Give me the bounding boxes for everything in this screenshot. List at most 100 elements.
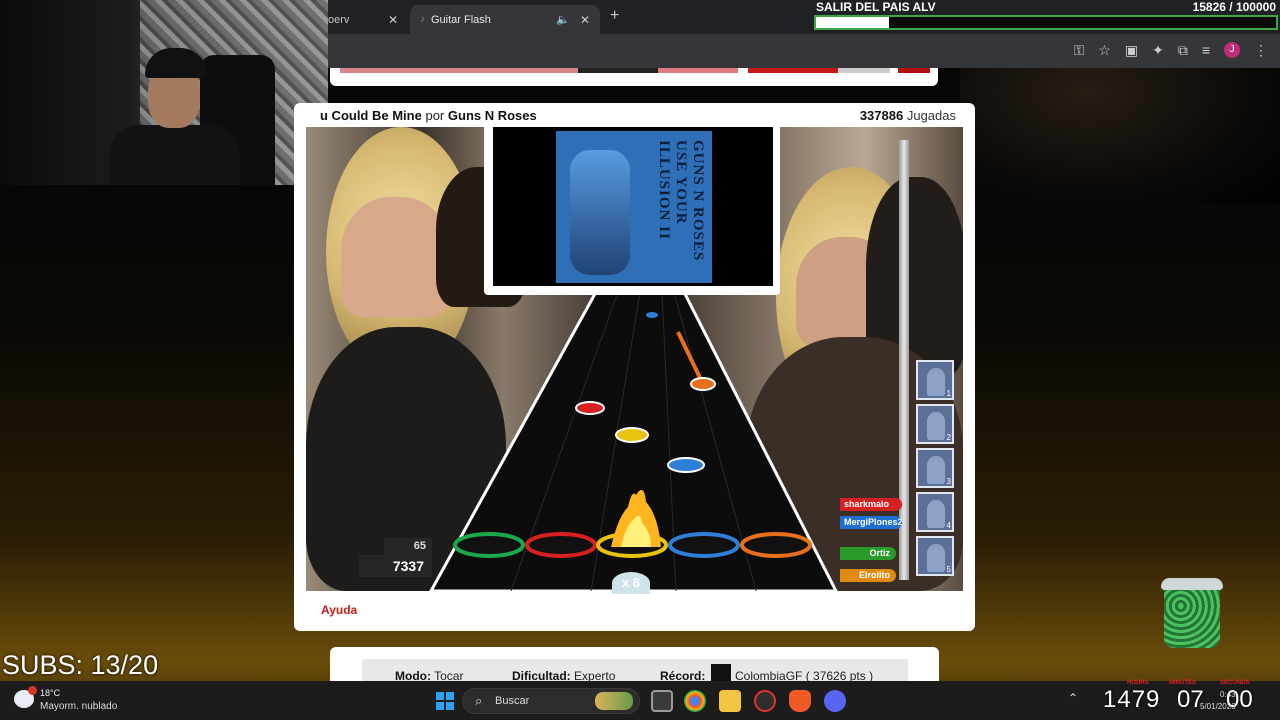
subs-counter: SUBS: 13/20 <box>2 650 159 680</box>
note-yellow <box>615 427 649 443</box>
player-slot: 3 <box>916 448 954 488</box>
player-slot: 2 <box>916 404 954 444</box>
webcam-torso <box>110 125 240 185</box>
taskbar-search[interactable]: ⌕ Buscar <box>462 688 640 714</box>
player-rank: 3 <box>946 477 951 486</box>
fret-ring <box>740 532 812 558</box>
goal-count: 15826 / 100000 <box>1192 0 1276 14</box>
obs-icon[interactable] <box>754 690 776 712</box>
extension-reader-icon[interactable]: ▣ <box>1125 42 1138 59</box>
song-title: u Could Be Mine <box>320 108 422 123</box>
weather-alert-icon <box>28 686 37 695</box>
player-silhouette-icon <box>927 456 945 484</box>
player-tag: Elrolito <box>840 569 896 582</box>
by-word: por <box>425 108 445 123</box>
system-date: 5/01/2026 <box>1200 702 1236 711</box>
strip-segment <box>838 68 890 73</box>
combo-counter: 65 <box>384 538 432 555</box>
donation-goal: SALIR DEL PAIS ALV 15826 / 100000 <box>812 0 1280 32</box>
tab-guitar-flash[interactable]: ♪ Guitar Flash 🔈 ✕ <box>410 5 600 34</box>
new-tab-button[interactable]: + <box>610 7 619 25</box>
guitar-favicon-icon: ♪ <box>420 14 425 25</box>
puzzle-icon[interactable]: ⧉ <box>1178 42 1188 59</box>
goal-title: SALIR DEL PAIS ALV <box>816 0 936 14</box>
tab-label: Guitar Flash <box>431 13 491 26</box>
brave-icon[interactable] <box>789 690 811 712</box>
multiplier-badge: x 8 <box>612 572 650 594</box>
key-icon[interactable]: ⚿ <box>1074 42 1085 59</box>
artist-name: Guns N Roses <box>447 108 537 123</box>
player-silhouette-icon <box>927 544 945 572</box>
strip-segment <box>340 68 578 73</box>
goal-progress-fill <box>816 17 889 28</box>
help-link[interactable]: Ayuda <box>321 603 357 617</box>
album-cover-figure <box>570 150 630 275</box>
player-rank: 1 <box>946 389 951 398</box>
recycle-bin-body <box>1164 588 1220 648</box>
note-red <box>575 401 605 415</box>
search-icon: ⌕ <box>475 693 483 708</box>
player-silhouette-icon <box>927 500 945 528</box>
star-icon[interactable]: ☆ <box>1098 42 1111 59</box>
discord-icon[interactable] <box>824 690 846 712</box>
profile-avatar[interactable]: J <box>1224 42 1240 58</box>
webcam-feed <box>0 0 328 185</box>
media-icon[interactable]: ≡ <box>1202 42 1210 59</box>
plays-label: Jugadas <box>906 108 956 123</box>
browser-toolbar: ⚿ ☆ ▣ ✦ ⧉ ≡ J ⋮ <box>328 34 1280 68</box>
plays-count-line: 337886 Jugadas <box>860 108 956 123</box>
toolbar-icons: ⚿ ☆ ▣ ✦ ⧉ ≡ J ⋮ <box>1074 42 1268 59</box>
fret-ring <box>453 532 525 558</box>
player-tag: sharkmalo <box>840 498 902 511</box>
score-counter: 7337 <box>359 555 432 577</box>
player-silhouette-icon <box>927 368 945 396</box>
strip-segment <box>898 68 930 73</box>
player-tag: Ortiz <box>840 547 896 560</box>
player-rank: 5 <box>946 565 951 574</box>
tab-oerv[interactable]: oerv ✕ <box>328 5 408 34</box>
chrome-icon[interactable] <box>684 690 706 712</box>
fret-ring <box>525 532 597 558</box>
extension-icon[interactable]: ✦ <box>1152 42 1164 59</box>
recycle-bin-lid <box>1161 578 1223 590</box>
weather-temperature[interactable]: 18°C <box>40 688 60 698</box>
menu-icon[interactable]: ⋮ <box>1254 42 1268 59</box>
strip-segment <box>578 68 658 73</box>
search-label: Buscar <box>495 695 530 707</box>
player-tag: MergiPlones2 <box>840 516 903 529</box>
file-explorer-icon[interactable] <box>719 690 741 712</box>
plays-count: 337886 <box>859 108 904 123</box>
album-cover-text: GUNS N ROSES USE YOUR ILLUSION II <box>656 140 706 262</box>
speaker-icon[interactable]: 🔈 <box>556 13 570 26</box>
task-view-icon[interactable] <box>651 690 673 712</box>
player-slot: 4 <box>916 492 954 532</box>
tray-chevron-icon[interactable]: ⌃ <box>1068 691 1078 705</box>
song-progress-rail <box>899 140 909 580</box>
crowd-background <box>960 64 1280 204</box>
player-silhouette-icon <box>927 412 945 440</box>
player-rank: 4 <box>946 521 951 530</box>
search-highlight-image <box>595 692 633 710</box>
weather-condition[interactable]: Mayorm. nublado <box>40 701 117 712</box>
note-orange <box>690 377 716 391</box>
system-time: 0:43 <box>1220 690 1236 699</box>
note-blue <box>646 312 658 318</box>
player-slot: 1 <box>916 360 954 400</box>
strip-segment <box>658 68 738 73</box>
windows-taskbar: 18°C Mayorm. nublado ⌕ Buscar ⌃ <box>0 681 1280 720</box>
recycle-bin-icon[interactable] <box>1161 578 1223 650</box>
timer-hours: 1479 <box>1103 686 1161 713</box>
player-slot: 5 <box>916 536 954 576</box>
goal-progress-bar <box>814 15 1278 30</box>
song-title-line: u Could Be Mine por Guns N Roses <box>320 108 537 123</box>
system-clock[interactable]: 0:43 5/01/2026 <box>1200 689 1236 713</box>
windows-start-icon[interactable] <box>436 692 454 710</box>
previous-card-strip <box>330 68 938 86</box>
player-rank: 2 <box>946 433 951 442</box>
close-tab-icon[interactable]: ✕ <box>580 13 590 27</box>
note-blue <box>667 457 705 473</box>
fret-ring <box>668 532 740 558</box>
strip-segment <box>748 68 838 73</box>
tab-label: oerv <box>328 13 350 26</box>
close-tab-icon[interactable]: ✕ <box>388 13 398 27</box>
